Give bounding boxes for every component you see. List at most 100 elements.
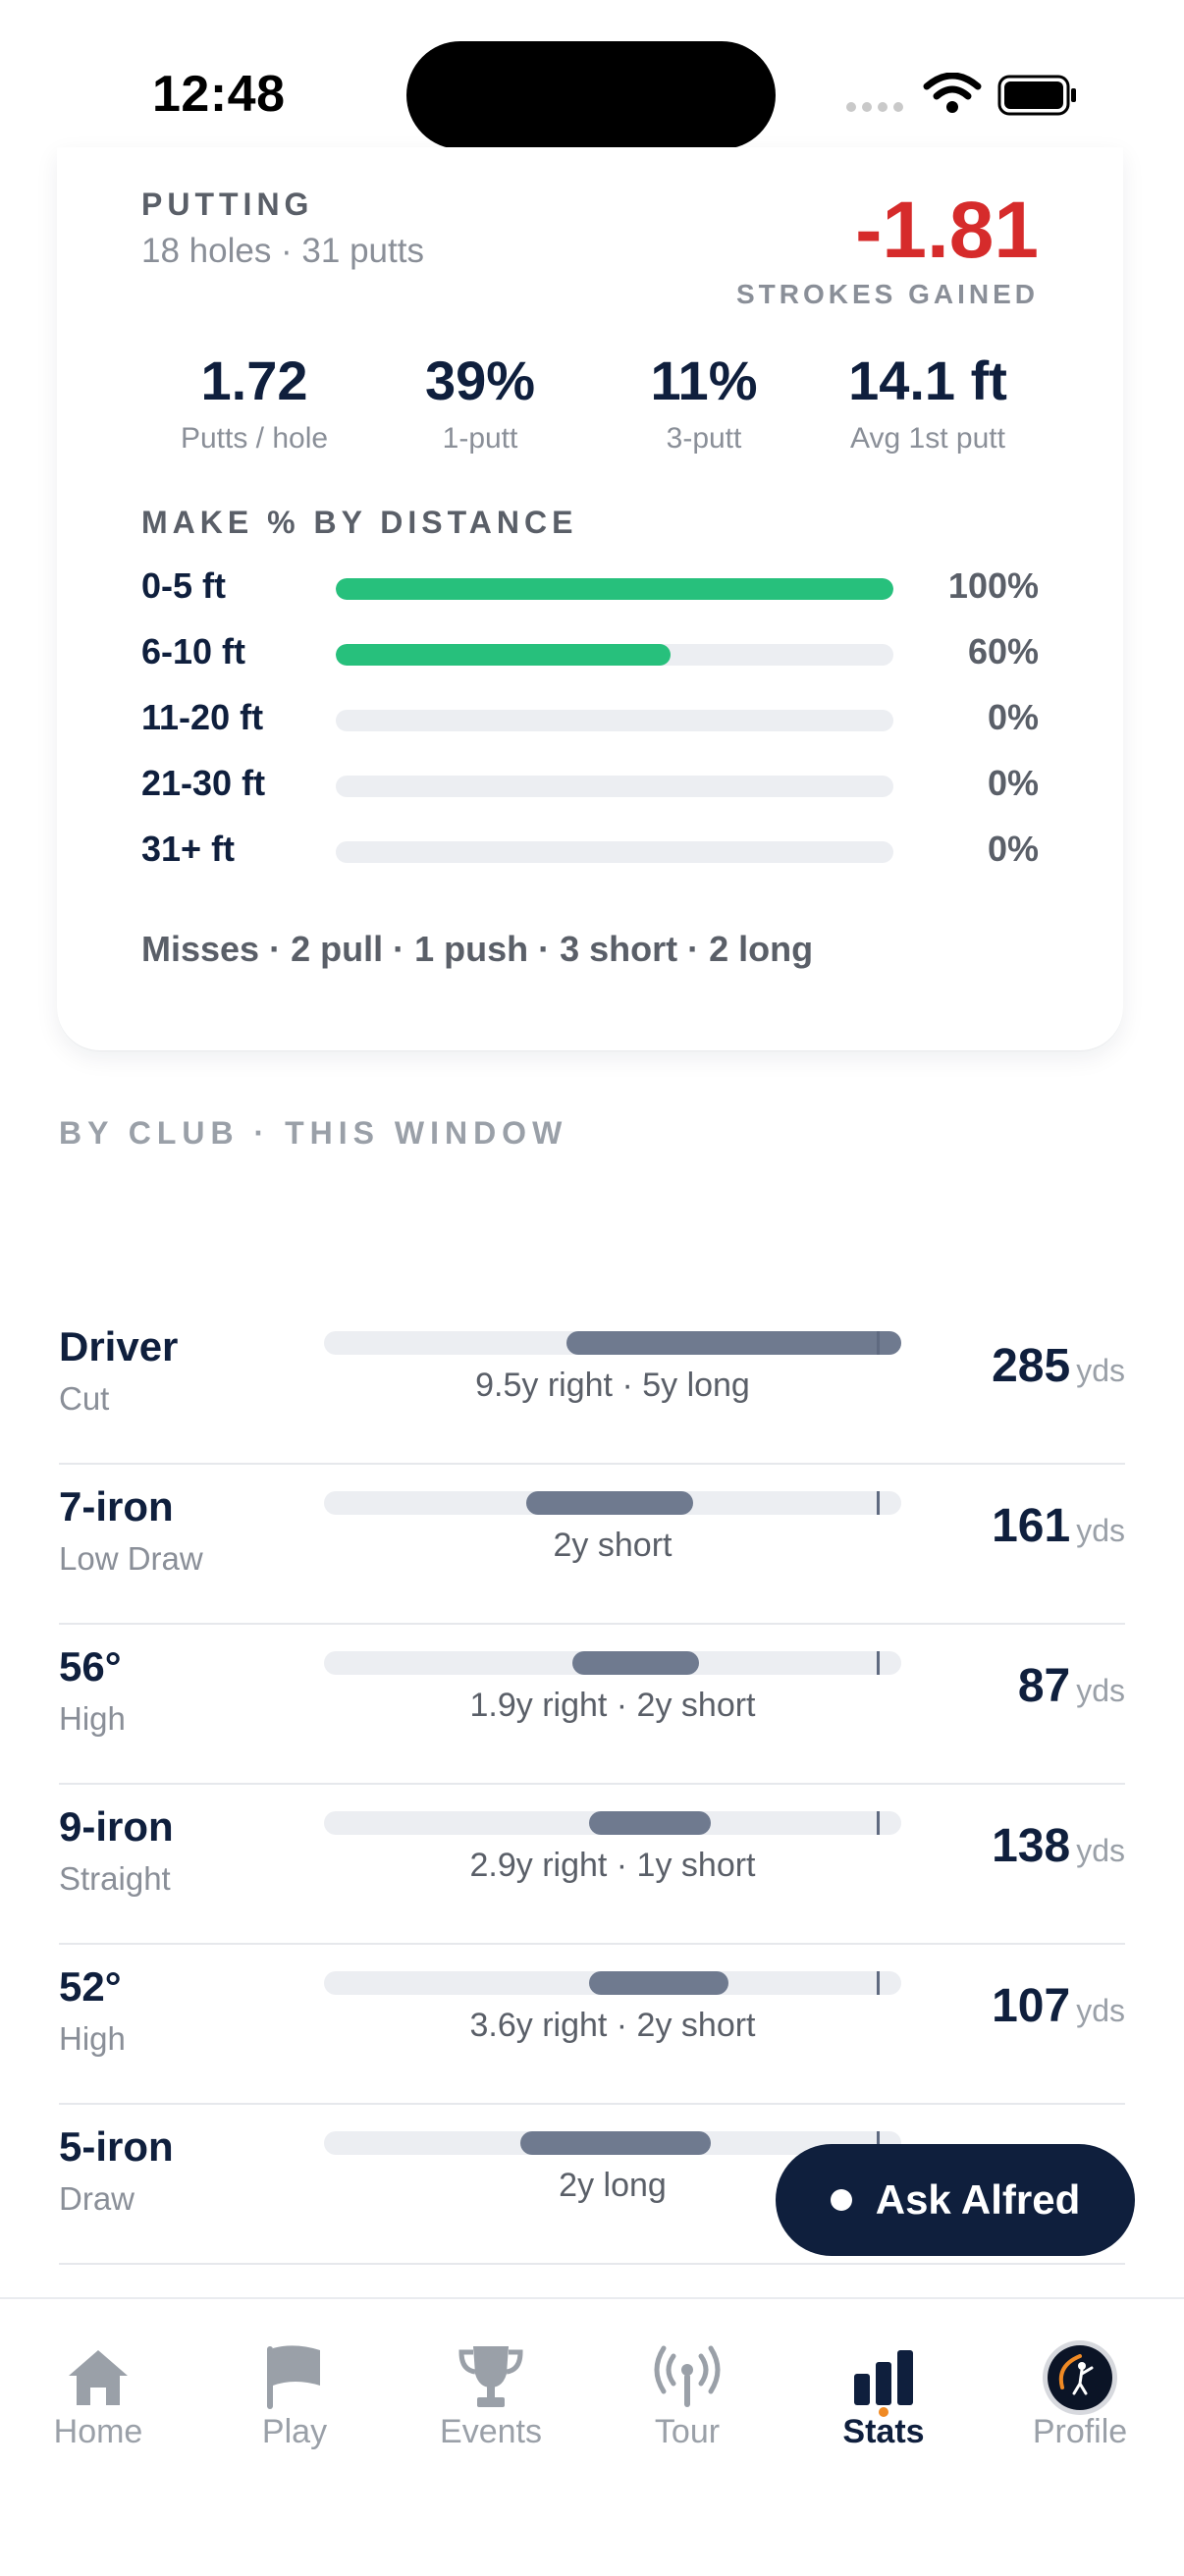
club-name: 56° xyxy=(59,1643,122,1690)
putting-subtitle: 18 holes · 31 putts xyxy=(141,232,424,270)
distance-label: 21-30 ft xyxy=(141,763,266,803)
stat-avg-first-putt: 14.1 ft Avg 1st putt xyxy=(815,349,1041,456)
dispersion-bar xyxy=(324,1971,901,1995)
dispersion-fill xyxy=(519,2131,711,2155)
club-shot-shape: Straight xyxy=(59,1860,171,1897)
tab-label: Stats xyxy=(842,2413,925,2450)
club-row[interactable]: 7-iron Low Draw 2y short 161 yds xyxy=(59,1464,1125,1625)
club-distance: 161 yds xyxy=(992,1499,1125,1553)
stat-one-putt: 39% 1-putt xyxy=(367,349,593,456)
stat-value: 1.72 xyxy=(200,349,308,411)
stat-putts-per-hole: 1.72 Putts / hole xyxy=(141,349,367,456)
distance-row: 11-20 ft 0% xyxy=(141,696,1039,739)
dispersion-fill xyxy=(525,1491,694,1515)
distance-value: 161 xyxy=(992,1500,1071,1552)
stat-label: 3-putt xyxy=(666,422,742,455)
distance-unit: yds xyxy=(1076,1513,1125,1548)
make-percent-value: 0% xyxy=(987,697,1039,737)
club-shot-shape: High xyxy=(59,2020,126,2057)
make-percent-value: 0% xyxy=(987,763,1039,803)
make-percent-value: 100% xyxy=(947,565,1039,606)
stat-label: 1-putt xyxy=(442,422,518,455)
club-row[interactable]: 56° High 1.9y right · 2y short 87 yds xyxy=(59,1624,1125,1785)
tab-label: Home xyxy=(53,2413,143,2450)
home-icon xyxy=(69,2350,128,2405)
club-name: 52° xyxy=(59,1963,122,2010)
tab-label: Events xyxy=(440,2413,542,2450)
by-club-title: BY CLUB · THIS WINDOW xyxy=(59,1115,568,1151)
tab-label: Tour xyxy=(654,2413,721,2450)
distance-value: 285 xyxy=(992,1340,1071,1392)
center-line xyxy=(877,1331,880,1355)
center-line xyxy=(877,1811,880,1835)
make-percent-bar xyxy=(336,776,893,797)
distance-unit: yds xyxy=(1076,1673,1125,1708)
distance-label: 31+ ft xyxy=(141,829,236,869)
tab-bar: Home Play Events Tour Stats Profile xyxy=(0,2297,1184,2576)
distance-value: 107 xyxy=(992,1980,1071,2032)
distance-unit: yds xyxy=(1076,1833,1125,1868)
distance-row: 31+ ft 0% xyxy=(141,828,1039,871)
trophy-icon xyxy=(458,2346,523,2407)
center-line xyxy=(877,1491,880,1515)
bar-chart-icon xyxy=(854,2350,913,2405)
distance-unit: yds xyxy=(1076,1993,1125,2028)
club-shot-shape: Cut xyxy=(59,1380,110,1417)
distance-row: 6-10 ft 60% xyxy=(141,630,1039,673)
club-shot-shape: Draw xyxy=(59,2180,135,2217)
dispersion-bar xyxy=(324,1331,901,1355)
club-distance: 285 yds xyxy=(992,1339,1125,1393)
distance-value: 87 xyxy=(1017,1660,1071,1712)
club-shot-shape: Low Draw xyxy=(59,1540,203,1577)
dispersion-fill xyxy=(589,1971,728,1995)
status-time: 12:48 xyxy=(152,66,286,123)
flag-icon xyxy=(267,2345,320,2409)
dispersion-bar xyxy=(324,1651,901,1675)
club-row[interactable]: 52° High 3.6y right · 2y short 107 yds xyxy=(59,1944,1125,2105)
club-row[interactable]: 9-iron Straight 2.9y right · 1y short 13… xyxy=(59,1784,1125,1945)
distance-unit: yds xyxy=(1076,1353,1125,1388)
make-percent-bar xyxy=(336,710,893,731)
stat-label: Putts / hole xyxy=(180,422,329,455)
make-percent-fill xyxy=(336,578,893,600)
club-distance: 107 yds xyxy=(992,1979,1125,2033)
distance-row: 21-30 ft 0% xyxy=(141,762,1039,805)
club-miss-description: 3.6y right · 2y short xyxy=(469,2007,756,2044)
ask-alfred-label: Ask Alfred xyxy=(875,2176,1081,2223)
ask-alfred-button[interactable]: Ask Alfred xyxy=(776,2144,1135,2256)
club-distance: 138 yds xyxy=(992,1819,1125,1873)
make-percent-title: MAKE % BY DISTANCE xyxy=(141,505,578,540)
club-name: 9-iron xyxy=(59,1803,174,1850)
distance-label: 11-20 ft xyxy=(141,697,264,737)
club-miss-description: 1.9y right · 2y short xyxy=(469,1687,756,1724)
stat-value: 39% xyxy=(424,349,536,411)
stat-value: 14.1 ft xyxy=(848,349,1007,411)
make-percent-bar xyxy=(336,644,893,666)
dispersion-fill xyxy=(565,1331,901,1355)
tab-label: Profile xyxy=(1032,2413,1128,2450)
misses-summary: Misses · 2 pull · 1 push · 3 short · 2 l… xyxy=(141,929,814,969)
dispersion-bar xyxy=(324,1811,901,1835)
avatar xyxy=(1043,2340,1117,2415)
distance-value: 138 xyxy=(992,1820,1071,1872)
dispersion-fill xyxy=(571,1651,700,1675)
distance-label: 0-5 ft xyxy=(141,565,227,606)
make-percent-bar xyxy=(336,841,893,863)
strokes-gained-value: -1.81 xyxy=(855,186,1039,275)
club-miss-description: 2y short xyxy=(553,1527,673,1564)
distance-row: 0-5 ft 100% xyxy=(141,564,1039,608)
make-percent-fill xyxy=(336,644,671,666)
club-name: 5-iron xyxy=(59,2123,174,2170)
dot-icon xyxy=(830,2189,852,2211)
club-shot-shape: High xyxy=(59,1700,126,1737)
dispersion-fill xyxy=(589,1811,711,1835)
tab-label: Play xyxy=(261,2413,328,2450)
make-percent-bar xyxy=(336,578,893,600)
make-percent-value: 60% xyxy=(967,631,1039,671)
wifi-icon xyxy=(923,73,982,113)
center-line xyxy=(877,1651,880,1675)
dispersion-bar xyxy=(324,1491,901,1515)
stat-three-putt: 11% 3-putt xyxy=(591,349,817,456)
club-row[interactable]: Driver Cut 9.5y right · 5y long 285 yds xyxy=(59,1304,1125,1465)
club-distance: 87 yds xyxy=(1018,1659,1125,1713)
